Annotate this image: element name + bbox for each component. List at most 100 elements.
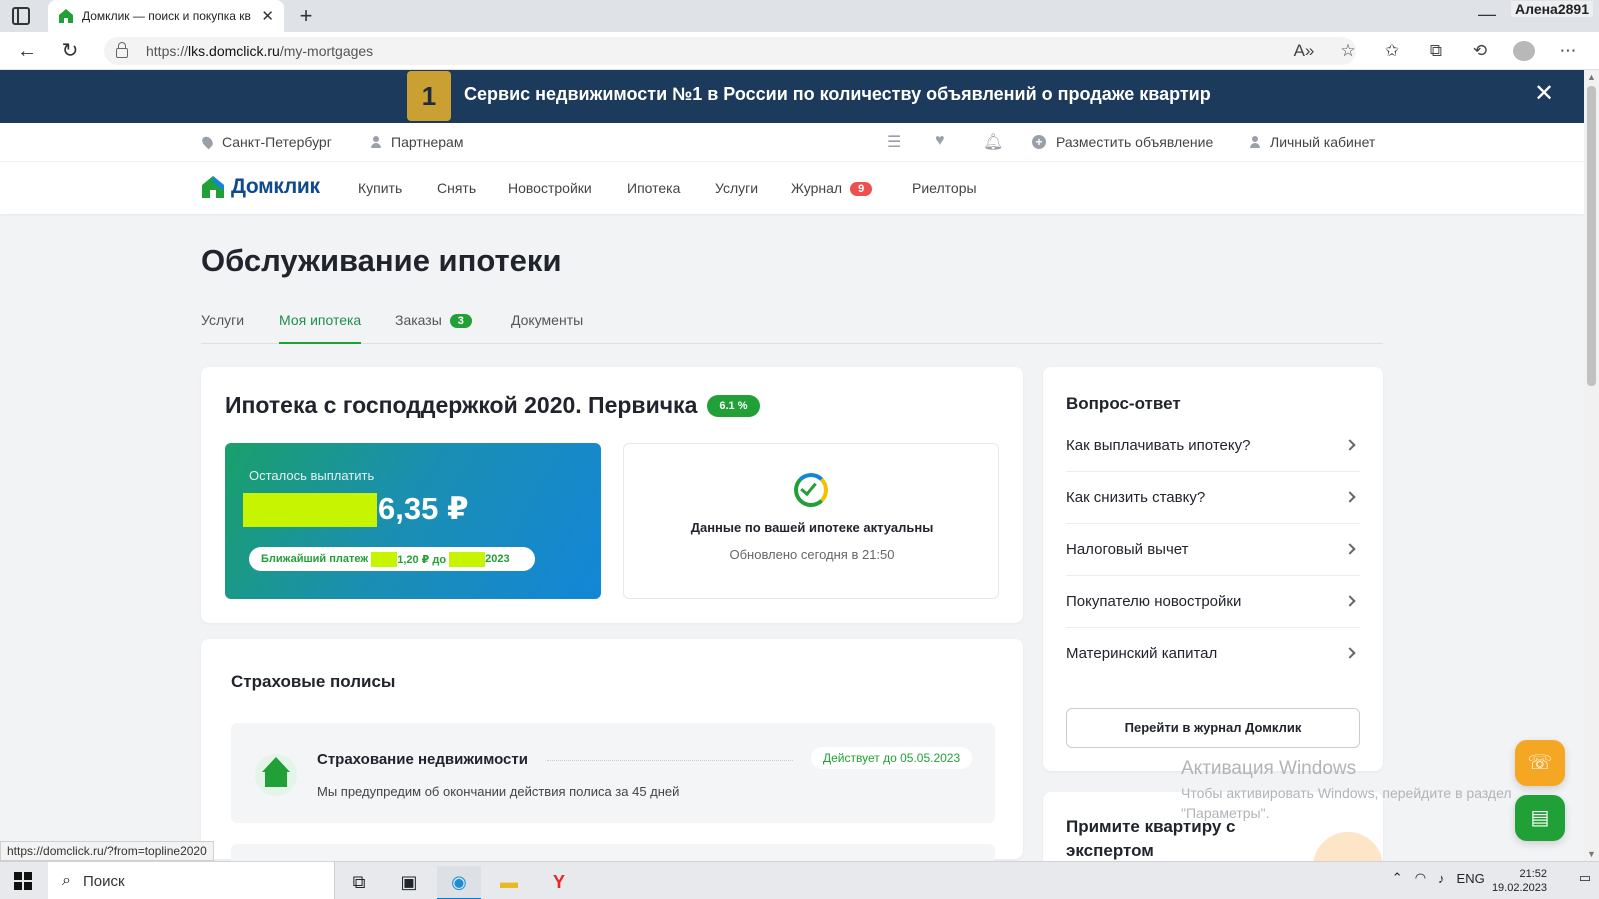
windows-activation-title: Активация Windows <box>1181 758 1357 779</box>
taskbar-clock[interactable]: 21:52 19.02.2023 <box>1492 867 1547 895</box>
profile-avatar[interactable] <box>1513 41 1535 61</box>
data-status-tile: Данные по вашей ипотеке актуальны Обновл… <box>623 443 999 599</box>
policy-description: Мы предупредим об окончании действия пол… <box>317 784 680 799</box>
call-button[interactable]: ☏ <box>1515 740 1565 786</box>
refresh-icon[interactable]: ↻ <box>59 40 81 62</box>
more-menu-icon[interactable]: ⋯ <box>1557 41 1579 61</box>
lock-icon <box>116 42 128 58</box>
faq-item[interactable]: Налоговый вычет <box>1066 524 1360 576</box>
post-ad-link[interactable]: + Разместить объявление <box>1032 134 1213 150</box>
close-icon[interactable]: ✕ <box>1534 82 1554 106</box>
new-tab-icon[interactable]: + <box>294 3 318 29</box>
favorites-icon[interactable]: ✩ <box>1381 41 1403 61</box>
task-view-icon[interactable]: ⧉ <box>337 866 381 899</box>
faq-item[interactable]: Как выплачивать ипотеку? <box>1066 420 1360 472</box>
taskbar-search[interactable]: ⌕ Поиск <box>48 862 335 899</box>
scroll-up-icon[interactable]: ▲ <box>1587 72 1596 82</box>
policy-name: Страхование недвижимости <box>317 751 528 768</box>
add-favorite-icon[interactable]: ☆ <box>1337 41 1359 61</box>
scroll-down-icon[interactable]: ▼ <box>1587 849 1596 859</box>
remaining-debt-tile[interactable]: Осталось выплатить 6,35 ₽ Ближайший плат… <box>225 443 601 599</box>
browser-tabbar: Домклик — поиск и покупка кв ✕ + — Алена… <box>0 0 1599 32</box>
file-explorer-icon[interactable]: ▬ <box>487 866 531 899</box>
person-icon <box>371 136 381 148</box>
city-selector[interactable]: Санкт-Петербург <box>200 134 332 150</box>
url-field[interactable]: https://lks.domclick.ru/my-mortgages <box>104 37 1356 65</box>
tab-close-icon[interactable]: ✕ <box>261 7 274 25</box>
insurance-section-title: Страховые полисы <box>231 672 396 691</box>
minimize-icon[interactable]: — <box>1478 4 1496 25</box>
faq-item-label: Как выплачивать ипотеку? <box>1066 437 1251 454</box>
read-aloud-icon[interactable]: A» <box>1293 41 1315 61</box>
chevron-right-icon <box>1344 647 1356 659</box>
phone-icon: ☏ <box>1527 752 1553 774</box>
journal-label: Журнал <box>791 180 843 196</box>
chat-button[interactable]: ▤ <box>1515 795 1565 841</box>
policy-valid-badge: Действует до 05.05.2023 <box>811 747 973 769</box>
tab-actions-icon[interactable] <box>12 7 30 25</box>
nav-link-rent[interactable]: Снять <box>437 180 476 196</box>
faq-item-label: Как снизить ставку? <box>1066 489 1206 506</box>
history-icon[interactable]: ⟲ <box>1469 41 1491 61</box>
nav-link-journal[interactable]: Журнал 9 <box>791 180 873 196</box>
notifications-icon[interactable]: ▭ <box>1579 870 1591 886</box>
journal-count-badge: 9 <box>850 182 873 196</box>
main-nav: Домклик Купить Снять Новостройки Ипотека… <box>0 162 1584 214</box>
status-title: Данные по вашей ипотеке актуальны <box>690 520 934 535</box>
windows-start-icon[interactable] <box>14 872 32 890</box>
chevron-right-icon <box>1344 595 1356 607</box>
chevron-right-icon <box>1344 543 1356 555</box>
collections-icon[interactable]: ⧉ <box>1425 41 1447 61</box>
tab-my-mortgage[interactable]: Моя ипотека <box>279 312 362 344</box>
nav-link-newbuilds[interactable]: Новостройки <box>508 180 592 196</box>
partners-link[interactable]: Партнерам <box>371 134 463 150</box>
remaining-label: Осталось выплатить <box>249 468 375 483</box>
faq-item-label: Налоговый вычет <box>1066 541 1189 558</box>
mortgage-name: Ипотека с господдержкой 2020. Первичка <box>225 392 698 418</box>
favorites-heart-icon[interactable]: ♥ <box>935 132 945 150</box>
insurance-card: Страховые полисы Страхование недвижимост… <box>201 639 1023 864</box>
media-player-icon[interactable]: ▣ <box>387 866 431 899</box>
tab-title: Домклик — поиск и покупка кв <box>82 9 251 23</box>
compare-list-icon[interactable]: ☰ <box>887 132 901 152</box>
faq-item[interactable]: Как снизить ставку? <box>1066 472 1360 524</box>
person-icon <box>1250 136 1260 148</box>
yandex-browser-icon[interactable]: Y <box>537 866 581 899</box>
nav-link-buy[interactable]: Купить <box>358 180 402 196</box>
faq-item[interactable]: Материнский капитал <box>1066 628 1360 680</box>
insurance-policy-row[interactable]: Страхование недвижимости Действует до 05… <box>231 723 995 823</box>
nav-link-services[interactable]: Услуги <box>715 180 758 196</box>
faq-item[interactable]: Покупателю новостройки <box>1066 576 1360 628</box>
scrollbar-thumb[interactable] <box>1587 86 1596 386</box>
page-title: Обслуживание ипотеки <box>201 243 562 278</box>
plus-circle-icon: + <box>1032 135 1046 149</box>
cabinet-link[interactable]: Личный кабинет <box>1250 134 1375 150</box>
go-to-journal-button[interactable]: Перейти в журнал Домклик <box>1066 708 1360 748</box>
promo-banner[interactable]: 1 Сервис недвижимости №1 в России по кол… <box>0 70 1584 123</box>
tab-documents[interactable]: Документы <box>511 312 583 344</box>
network-icon[interactable]: ◠ <box>1415 870 1426 886</box>
notifications-bell-icon[interactable]: 🔔︎ <box>983 132 1003 152</box>
city-label: Санкт-Петербург <box>222 134 332 150</box>
nav-link-mortgage[interactable]: Ипотека <box>627 180 680 196</box>
redacted-date-mask <box>449 551 486 567</box>
next-payment-pill: Ближайший платеж 1,20 ₽ до 2023 <box>249 547 535 571</box>
domclick-logo[interactable]: Домклик <box>201 175 320 199</box>
tab-services[interactable]: Услуги <box>201 312 244 344</box>
nav-link-realtors[interactable]: Риелторы <box>912 180 977 196</box>
language-indicator[interactable]: ENG <box>1457 871 1485 886</box>
orders-label: Заказы <box>395 312 442 328</box>
mortgage-title: Ипотека с господдержкой 2020. Первичка 6… <box>225 392 760 419</box>
edge-browser-icon[interactable]: ◉ <box>437 866 481 899</box>
search-placeholder: Поиск <box>82 872 125 890</box>
back-icon[interactable]: ← <box>16 40 38 62</box>
volume-icon[interactable]: ♪ <box>1438 871 1445 886</box>
url-text: https://lks.domclick.ru/my-mortgages <box>146 43 374 59</box>
partners-label: Партнерам <box>391 134 464 150</box>
tab-orders[interactable]: Заказы 3 <box>395 312 472 344</box>
browser-tab[interactable]: Домклик — поиск и покупка кв ✕ <box>48 0 284 32</box>
faq-item-label: Покупателю новостройки <box>1066 593 1242 610</box>
orders-count-badge: 3 <box>449 314 472 328</box>
tray-expand-icon[interactable]: ⌃ <box>1392 870 1403 886</box>
page-scrollbar[interactable]: ▲ ▼ <box>1584 70 1599 861</box>
